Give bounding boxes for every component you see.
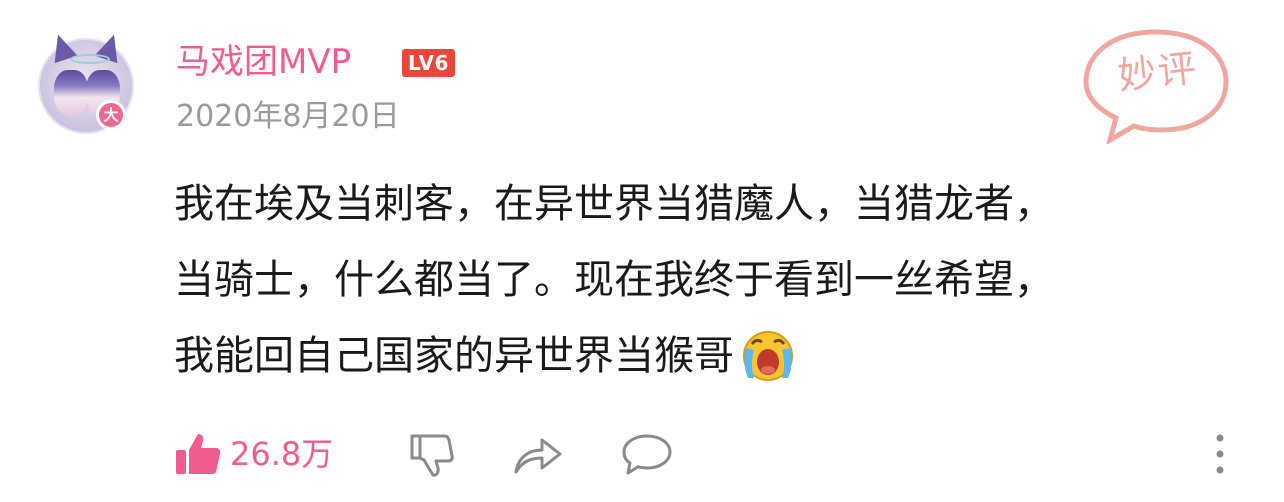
avatar-character-left xyxy=(54,70,88,116)
username[interactable]: 马戏团MVP xyxy=(176,38,351,86)
avatar-halo xyxy=(70,54,110,64)
comment-line-last: 我能回自己国家的异世界当猴哥 xyxy=(174,318,1174,394)
thumbs-down-icon[interactable] xyxy=(406,430,456,478)
thumbs-up-icon[interactable] xyxy=(174,430,222,478)
more-icon[interactable] xyxy=(1210,432,1230,476)
like-count: 26.8万 xyxy=(230,435,334,473)
comment-text: 我在埃及当刺客，在异世界当猎魔人，当猎龙者， 当骑士，什么都当了。现在我终于看到… xyxy=(174,166,1174,394)
comment-actions: 26.8万 xyxy=(174,426,1254,482)
comment-line-text: 我能回自己国家的异世界当猴哥 xyxy=(174,333,734,379)
comment-line: 当骑士，什么都当了。现在我终于看到一丝希望， xyxy=(174,257,1054,303)
share-icon[interactable] xyxy=(512,430,564,478)
avatar-badge: 大 xyxy=(96,100,126,130)
level-badge: LV6 xyxy=(402,49,455,77)
crying-face-emoji xyxy=(743,331,793,381)
comment-date: 2020年8月20日 xyxy=(176,99,400,134)
comment-line: 我在埃及当刺客，在异世界当猎魔人，当猎龙者， xyxy=(174,181,1054,227)
reply-icon[interactable] xyxy=(620,430,674,478)
